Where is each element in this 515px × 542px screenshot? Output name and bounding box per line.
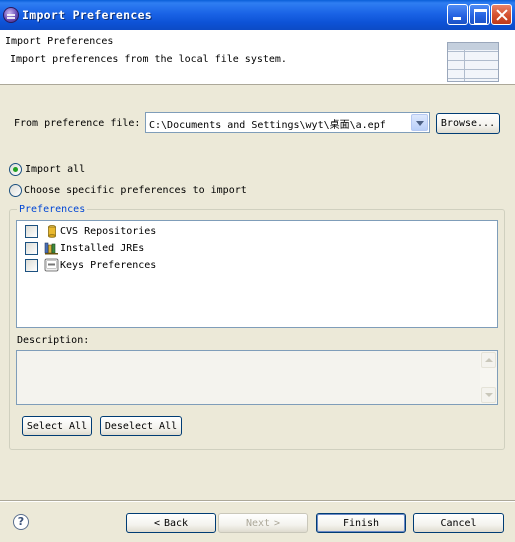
- help-icon[interactable]: ?: [13, 514, 29, 530]
- keyboard-key-icon: [44, 258, 59, 272]
- wizard-header: Import Preferences Import preferences fr…: [0, 30, 515, 85]
- footer-separator: [0, 500, 515, 502]
- select-all-button[interactable]: Select All: [22, 416, 92, 436]
- list-item[interactable]: Keys Preferences: [17, 257, 497, 273]
- preferences-list[interactable]: CVS Repositories Installed JREs Keys Pre…: [16, 220, 498, 328]
- jre-library-icon: [44, 242, 58, 255]
- cvs-repositories-label: CVS Repositories: [60, 226, 157, 237]
- chevron-left-icon: <: [153, 517, 160, 529]
- import-banner-icon: [447, 42, 499, 82]
- finish-button[interactable]: Finish: [316, 513, 406, 533]
- from-file-label: From preference file:: [14, 118, 140, 129]
- next-label: Next: [245, 517, 271, 529]
- choose-specific-label[interactable]: Choose specific preferences to import: [24, 185, 247, 196]
- cvs-repository-icon: [48, 224, 56, 238]
- description-scrollbar[interactable]: [480, 351, 497, 404]
- eclipse-icon: [3, 7, 19, 23]
- next-button[interactable]: Next >: [218, 513, 308, 533]
- keys-preferences-label: Keys Preferences: [60, 260, 157, 271]
- description-label: Description:: [17, 335, 90, 346]
- header-title: Import Preferences: [5, 36, 114, 47]
- maximize-button[interactable]: [469, 4, 490, 25]
- list-item[interactable]: Installed JREs: [17, 240, 497, 256]
- from-file-label-text: From preference file:: [14, 118, 141, 129]
- scroll-up-icon[interactable]: [481, 352, 496, 368]
- keys-preferences-checkbox[interactable]: [25, 259, 38, 272]
- window-title: Import Preferences: [22, 8, 153, 22]
- installed-jres-checkbox[interactable]: [25, 242, 38, 255]
- scroll-down-icon[interactable]: [481, 387, 496, 403]
- header-description: Import preferences from the local file s…: [10, 54, 287, 65]
- back-button[interactable]: < Back: [126, 513, 216, 533]
- deselect-all-button[interactable]: Deselect All: [100, 416, 182, 436]
- preferences-group-label: Preferences: [17, 204, 88, 215]
- installed-jres-label: Installed JREs: [60, 243, 145, 254]
- import-all-radio[interactable]: [9, 163, 22, 176]
- minimize-button[interactable]: [447, 4, 468, 25]
- close-button[interactable]: [491, 4, 512, 25]
- list-item[interactable]: CVS Repositories: [17, 223, 497, 239]
- back-label: Back: [163, 517, 189, 529]
- file-path-value[interactable]: C:\Documents and Settings\wyt\桌面\a.epf: [149, 116, 386, 131]
- file-path-combo[interactable]: C:\Documents and Settings\wyt\桌面\a.epf: [145, 112, 430, 133]
- description-box: [16, 350, 498, 405]
- import-all-label[interactable]: Import all: [25, 164, 85, 175]
- browse-button[interactable]: Browse...: [436, 113, 500, 134]
- chevron-down-icon[interactable]: [411, 114, 428, 131]
- cancel-button[interactable]: Cancel: [413, 513, 504, 533]
- choose-specific-radio[interactable]: [9, 184, 22, 197]
- title-bar[interactable]: Import Preferences: [0, 0, 515, 30]
- chevron-right-icon: >: [274, 517, 281, 529]
- cvs-repositories-checkbox[interactable]: [25, 225, 38, 238]
